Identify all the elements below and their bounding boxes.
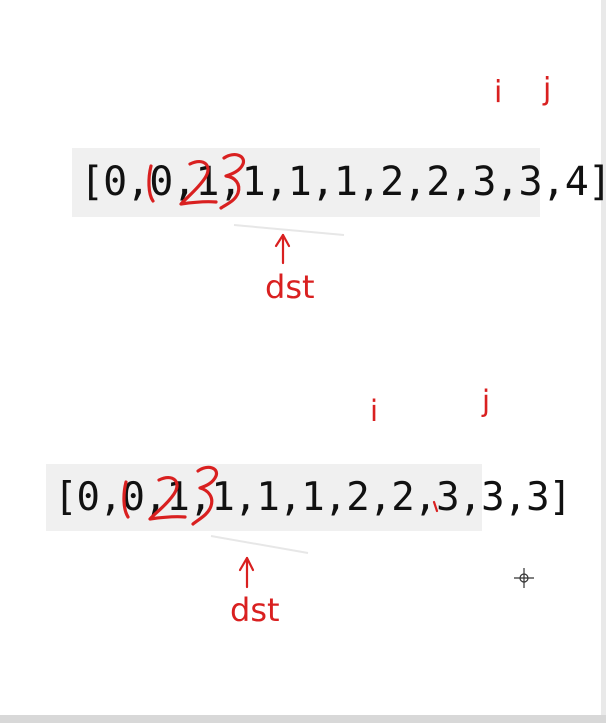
up-arrow-icon [238, 556, 255, 589]
bottom-array-small-red-tick [432, 500, 439, 513]
bottom-red-two-mark [148, 475, 187, 521]
top-red-one-mark [147, 164, 155, 203]
top-dotted-guide [233, 224, 345, 236]
crosshair-cursor-icon[interactable] [514, 568, 534, 588]
bottom-dotted-guide [210, 535, 309, 554]
page-canvas: i j [0,0,1,1,1,1,2,2,3,3,4] dst i j [0,0… [0, 0, 606, 723]
bottom-red-one-mark [122, 480, 130, 519]
handwritten-annotation-layer [122, 153, 534, 589]
top-red-two-mark [179, 159, 218, 206]
top-red-three-mark [219, 153, 246, 210]
up-arrow-icon [274, 233, 291, 265]
bottom-red-three-mark [191, 465, 219, 526]
